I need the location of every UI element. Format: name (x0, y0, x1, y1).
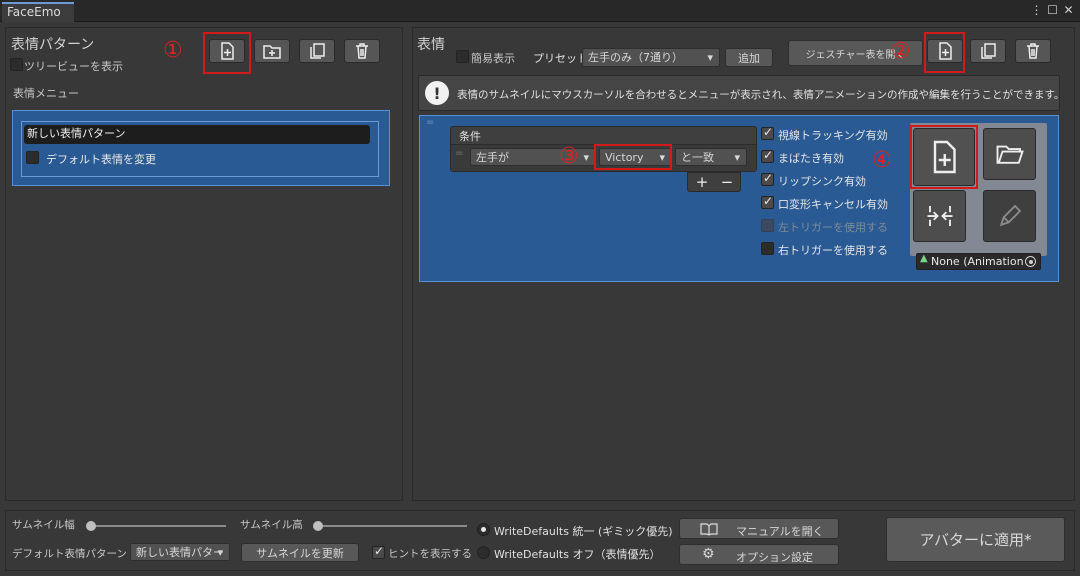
more-menu-icon[interactable]: ⋮ (1030, 3, 1043, 18)
gear-icon: ⚙ (702, 546, 715, 562)
add-file-icon (933, 140, 956, 174)
tree-view-label: ツリービューを表示 (24, 60, 123, 73)
title-bar: FaceEmo ⋮ ☐ ✕ (0, 0, 1080, 22)
option-settings-button[interactable]: ⚙ オプション設定 (679, 544, 839, 565)
expression-panel: 表情 簡易表示 プリセット 左手のみ（7通り） 追加 ジェスチャー表を開く ② … (412, 27, 1075, 501)
default-pattern-label: デフォルト表情パターン (12, 548, 127, 560)
checkbox-checked[interactable] (761, 194, 774, 209)
drag-handle-icon[interactable]: = (426, 117, 434, 128)
expression-pattern-panel: 表情パターン ツリービューを表示 表情メニュー ① 新しい表情パターン デフォル… (5, 27, 403, 501)
add-file-icon (221, 42, 234, 60)
animation-field-value: None (Animation (931, 255, 1023, 268)
thumbnail-width-slider-knob[interactable] (86, 521, 96, 531)
checkbox-checked[interactable] (761, 148, 774, 163)
open-animation-button[interactable] (983, 128, 1036, 180)
expression-item[interactable]: = 条件 = 左手が Victory と一致 ③ + − 視線トラッキング有効 (419, 115, 1059, 282)
copy-pattern-button[interactable] (299, 39, 335, 63)
marker-4: ④ (872, 148, 892, 173)
hint-box: ! 表情のサムネイルにマウスカーソルを合わせるとメニューが表示され、表情アニメー… (418, 75, 1064, 111)
simple-view-label: 簡易表示 (471, 52, 515, 65)
comparison-dropdown[interactable]: と一致 (675, 148, 747, 166)
marker-3: ③ (559, 144, 579, 169)
writedefaults-unified-radio[interactable] (477, 523, 490, 536)
option-settings-label: オプション設定 (736, 551, 813, 564)
checkbox-disabled[interactable] (761, 219, 774, 232)
animation-icon: ▲ (920, 253, 928, 264)
bottom-settings-bar: サムネイル幅 サムネイル高 デフォルト表情パターン 新しい表情パター サムネイル… (5, 510, 1075, 571)
checkbox-checked[interactable] (761, 125, 774, 140)
copy-expression-button[interactable] (970, 39, 1006, 63)
add-file-icon (939, 42, 952, 60)
animation-field[interactable]: ▲ None (Animation (916, 253, 1041, 270)
condition-add-remove: + − (687, 172, 741, 192)
thumbnail-height-label: サムネイル高 (240, 519, 303, 531)
object-picker-icon[interactable] (1025, 256, 1036, 267)
expression-thumbnail[interactable] (910, 123, 1047, 256)
remove-condition-button[interactable]: − (716, 173, 738, 191)
new-animation-button[interactable] (913, 128, 975, 186)
highlight-box-3 (594, 144, 672, 170)
condition-header: 条件 (459, 130, 481, 143)
thumbnail-width-label: サムネイル幅 (12, 519, 75, 531)
thumbnail-width-slider[interactable] (90, 525, 226, 527)
trash-icon (356, 43, 368, 59)
pattern-list: 新しい表情パターン デフォルト表情を変更 (12, 110, 390, 186)
combine-animation-button[interactable] (913, 190, 966, 242)
maximize-icon[interactable]: ☐ (1046, 3, 1059, 18)
add-condition-button[interactable]: + (691, 173, 713, 191)
pattern-item[interactable]: 新しい表情パターン デフォルト表情を変更 (21, 121, 379, 177)
refresh-thumbnails-button[interactable]: サムネイルを更新 (241, 543, 359, 562)
simple-view-checkbox[interactable] (456, 50, 469, 63)
default-pattern-dropdown[interactable]: 新しい表情パター (130, 543, 230, 561)
checkbox-checked[interactable] (761, 171, 774, 186)
writedefaults-off-radio[interactable] (477, 546, 490, 559)
preset-dropdown[interactable]: 左手のみ（7通り） (582, 48, 720, 67)
open-manual-label: マニュアルを開く (736, 525, 824, 538)
edit-animation-button[interactable] (983, 190, 1036, 242)
add-folder-icon (263, 45, 281, 59)
pencil-icon (999, 204, 1021, 227)
expression-panel-title: 表情 (417, 37, 445, 53)
window-tab[interactable]: FaceEmo (2, 2, 74, 22)
info-icon: ! (425, 81, 449, 105)
folder-open-icon (996, 145, 1024, 164)
row-handle-icon[interactable]: = (455, 148, 463, 159)
open-manual-button[interactable]: マニュアルを開く (679, 518, 839, 539)
tree-view-checkbox[interactable] (10, 58, 23, 71)
marker-1: ① (163, 38, 183, 63)
checkbox-unchecked[interactable] (761, 242, 774, 255)
default-expression-label: デフォルト表情を変更 (46, 153, 156, 166)
add-expression-button[interactable] (927, 39, 963, 63)
book-icon (700, 523, 718, 536)
pattern-name-field[interactable]: 新しい表情パターン (24, 125, 370, 144)
copy-icon (310, 43, 325, 59)
delete-pattern-button[interactable] (344, 39, 380, 63)
expression-menu-label: 表情メニュー (13, 87, 79, 100)
close-icon[interactable]: ✕ (1062, 3, 1075, 18)
hint-text: 表情のサムネイルにマウスカーソルを合わせるとメニューが表示され、表情アニメーショ… (457, 89, 1065, 101)
combine-icon (927, 206, 952, 226)
show-hints-label: ヒントを表示する (388, 548, 472, 560)
delete-expression-button[interactable] (1015, 39, 1051, 63)
preset-add-button[interactable]: 追加 (725, 48, 773, 67)
add-pattern-button[interactable] (209, 39, 245, 63)
pattern-panel-title: 表情パターン (11, 37, 95, 53)
default-expression-checkbox[interactable] (26, 151, 39, 164)
writedefaults-off-label: WriteDefaults オフ（表情優先） (494, 548, 661, 561)
thumbnail-height-slider-knob[interactable] (313, 521, 323, 531)
apply-to-avatar-button[interactable]: アバターに適用* (886, 517, 1065, 562)
copy-icon (981, 43, 996, 59)
marker-2: ② (891, 39, 911, 64)
preset-label: プリセット (533, 52, 588, 65)
writedefaults-unified-label: WriteDefaults 統一 (ギミック優先) (494, 525, 673, 538)
add-group-button[interactable] (254, 39, 290, 63)
thumbnail-height-slider[interactable] (317, 525, 467, 527)
trash-icon (1027, 43, 1039, 59)
show-hints-checkbox[interactable] (372, 544, 385, 559)
